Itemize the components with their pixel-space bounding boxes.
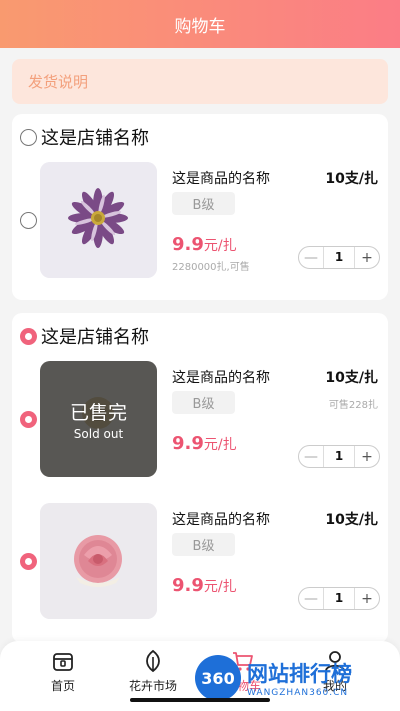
shop-select-radio[interactable] [20,327,37,345]
leaf-icon [146,649,160,673]
grade-badge: B级 [172,192,235,215]
product-unit: 10支/扎 [325,370,378,386]
purple-daisy-icon [40,162,157,278]
product-name: 这是商品的名称 [172,171,270,187]
shop-name: 这是店铺名称 [41,327,149,348]
home-icon [53,653,73,671]
price-value: 9.9 [172,234,204,255]
product-price: 9.9元/扎 [172,575,237,596]
price-unit: 元/扎 [203,238,237,254]
product-unit: 10支/扎 [325,512,378,528]
decrease-button[interactable]: — [299,250,323,266]
quantity-value[interactable]: 1 [323,247,355,268]
decrease-button[interactable]: — [299,449,323,465]
page-title: 购物车 [174,16,226,37]
price-unit: 元/扎 [203,437,237,453]
quantity-stepper: — 1 + [298,246,380,269]
watermark-text: 网站排行榜 WANGZHAN360.CN [247,658,352,698]
header-bar: 购物车 [0,0,400,48]
shop-card: 这是店铺名称 这是商品的名称 10支/扎 B级 9.9元/扎 2280000扎,… [12,114,388,300]
watermark-sub: WANGZHAN360.CN [247,688,349,698]
grade-badge: B级 [172,533,235,556]
tab-flower-market[interactable]: 花卉市场 [118,649,188,697]
price-value: 9.9 [172,433,204,454]
price-unit: 元/扎 [203,579,237,595]
tab-home[interactable]: 首页 [28,649,98,697]
tab-label: 花卉市场 [128,679,177,693]
product-image[interactable] [40,503,157,619]
shipping-notice-label: 发货说明 [28,73,89,91]
product-name: 这是商品的名称 [172,370,270,386]
increase-button[interactable]: + [355,250,379,266]
stock-text: 2280000扎,可售 [172,262,250,273]
pink-rose-icon [40,503,157,619]
stock-text: 可售228扎 [328,400,378,411]
shop-header: 这是店铺名称 [20,124,149,150]
item-select-radio[interactable] [20,411,37,428]
decrease-button[interactable]: — [299,591,323,607]
sold-out-overlay: 已售完 Sold out [40,361,157,477]
product-price: 9.9元/扎 [172,234,237,255]
product-name: 这是商品的名称 [172,512,270,528]
grade-badge: B级 [172,391,235,414]
item-select-radio[interactable] [20,212,37,229]
quantity-value[interactable]: 1 [323,446,355,467]
product-unit: 10支/扎 [325,171,378,187]
increase-button[interactable]: + [355,591,379,607]
price-value: 9.9 [172,575,204,596]
sold-out-label: 已售完 [69,401,127,424]
cart-item: 这是商品的名称 10支/扎 B级 9.9元/扎 2280000扎,可售 — 1 … [12,162,388,280]
shipping-notice-bar[interactable]: 发货说明 [12,59,388,104]
cart-item: 已售完 Sold out 这是商品的名称 10支/扎 B级 可售228扎 9.9… [12,361,388,479]
item-select-radio[interactable] [20,553,37,570]
quantity-stepper: — 1 + [298,587,380,610]
increase-button[interactable]: + [355,449,379,465]
product-image[interactable] [40,162,157,278]
tab-label: 首页 [50,679,75,693]
shop-card: 这是店铺名称 已售完 Sold out 这是商品的名称 10支/扎 B级 可售2… [12,313,388,643]
shop-header: 这是店铺名称 [20,323,149,349]
sold-out-sublabel: Sold out [73,426,124,441]
product-price: 9.9元/扎 [172,433,237,454]
watermark-badge: 360 [195,655,241,701]
shop-select-radio[interactable] [20,128,37,146]
product-image[interactable]: 已售完 Sold out [40,361,157,477]
home-indicator [130,698,270,702]
quantity-value[interactable]: 1 [323,588,355,609]
shop-name: 这是店铺名称 [41,128,149,149]
cart-item: 这是商品的名称 10支/扎 B级 9.9元/扎 — 1 + [12,503,388,621]
quantity-stepper: — 1 + [298,445,380,468]
watermark-main: 网站排行榜 [247,662,352,686]
